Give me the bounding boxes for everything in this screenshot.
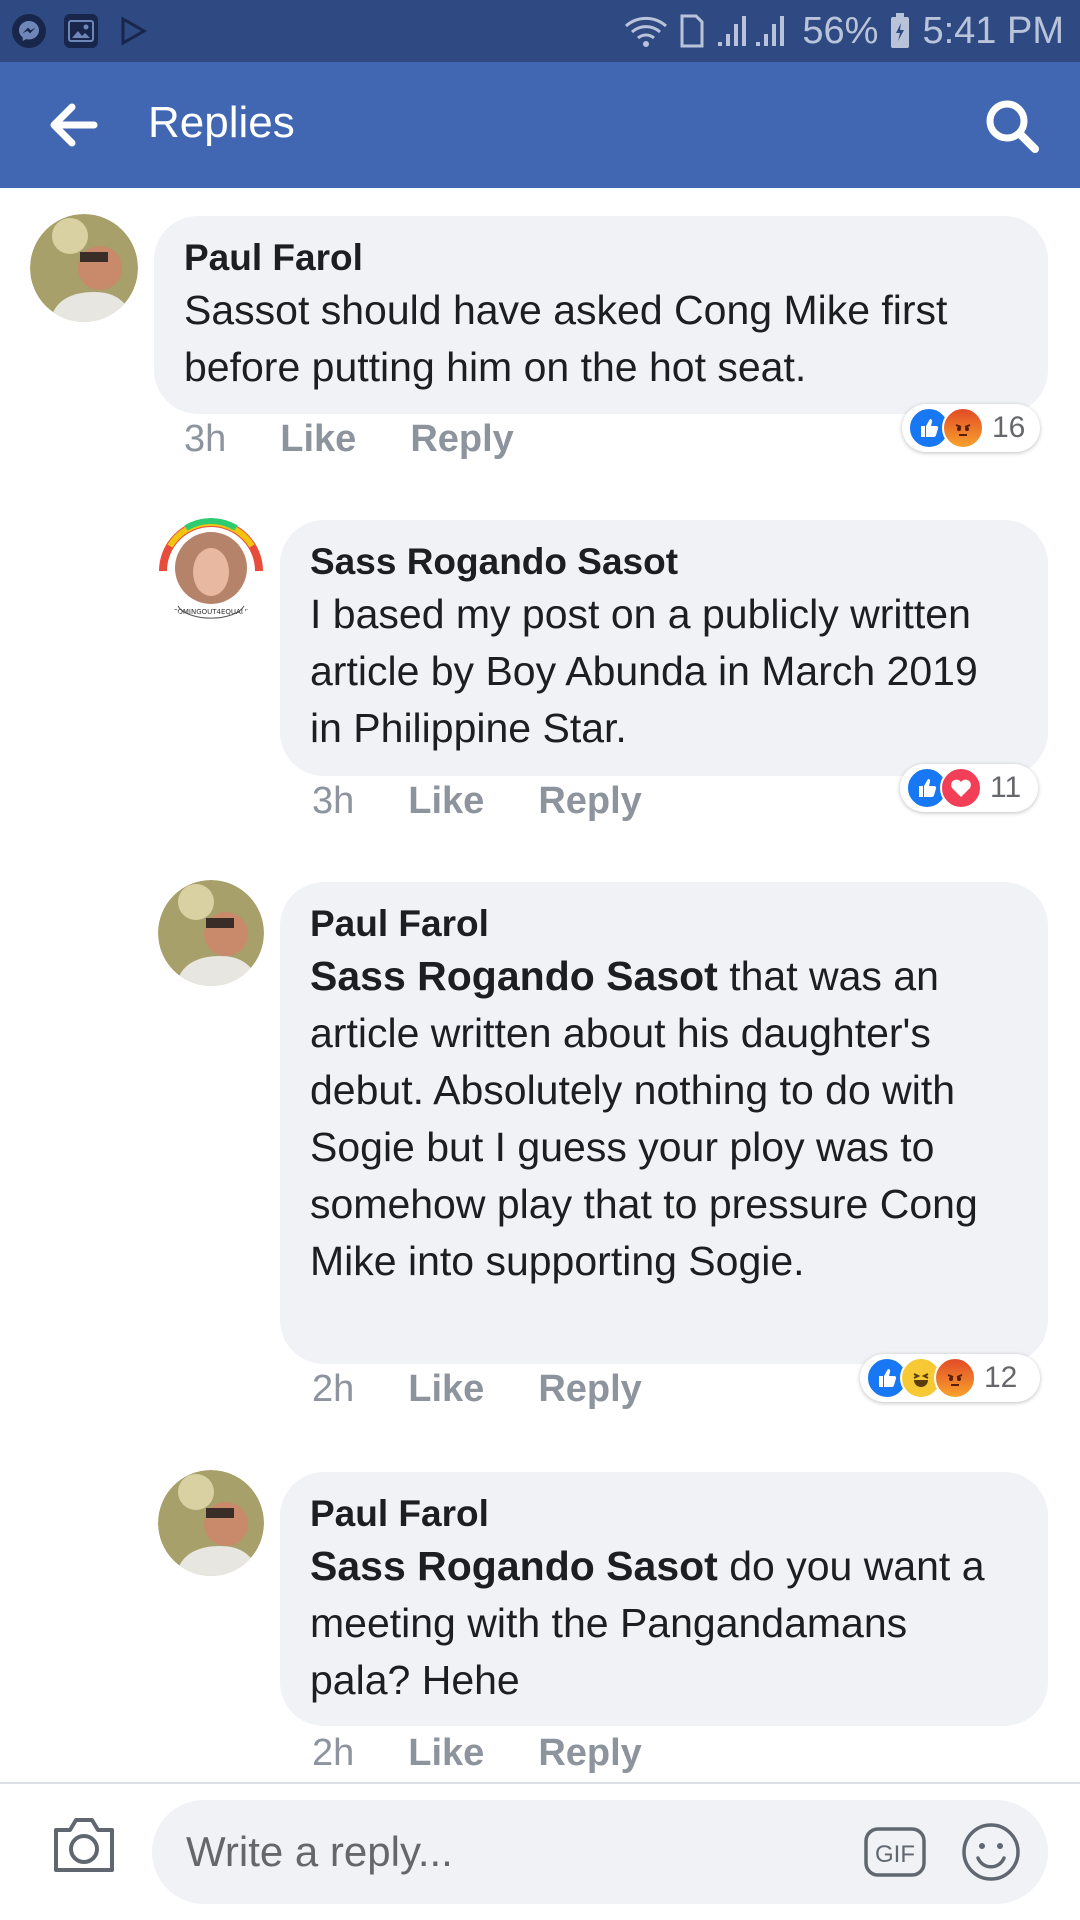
comment-body: I based my post on a publicly written ar… — [310, 591, 978, 751]
status-bar: 56% 5:41 PM — [0, 0, 1080, 62]
like-button[interactable]: Like — [408, 1368, 484, 1411]
comment-bubble[interactable]: Paul Farol Sass Rogando Sasot that was a… — [280, 882, 1048, 1364]
comment-actions: 2h Like Reply — [312, 1732, 642, 1775]
gallery-icon — [64, 14, 98, 48]
app-bar: Replies — [0, 62, 1080, 188]
messenger-icon — [12, 14, 46, 48]
comment-time: 3h — [184, 418, 227, 460]
angry-reaction-icon — [934, 1357, 976, 1399]
wifi-icon — [624, 14, 668, 48]
comment-author[interactable]: Paul Farol — [184, 234, 1018, 282]
reaction-summary[interactable]: 11 — [900, 764, 1038, 812]
reaction-count: 12 — [984, 1361, 1018, 1394]
reaction-summary[interactable]: 16 — [902, 404, 1040, 452]
like-button[interactable]: Like — [280, 418, 356, 461]
avatar[interactable]: #COMINGOUT4EQUALITY — [158, 518, 264, 624]
comment-text: Sass Rogando Sasot do you want a meeting… — [310, 1538, 1018, 1709]
comment-actions: 3h Like Reply — [184, 418, 514, 461]
comment-time: 2h — [312, 1368, 355, 1410]
clock: 5:41 PM — [922, 9, 1064, 52]
reply-button[interactable]: Reply — [410, 418, 513, 461]
reply-button[interactable]: Reply — [538, 780, 641, 823]
comment-time: 2h — [312, 1732, 355, 1774]
battery-icon — [890, 13, 910, 49]
sim-icon — [680, 14, 704, 48]
page-title: Replies — [148, 98, 295, 147]
avatar[interactable] — [30, 214, 138, 322]
reaction-count: 16 — [992, 411, 1026, 444]
comment-bubble[interactable]: Paul Farol Sass Rogando Sasot do you wan… — [280, 1472, 1048, 1726]
camera-icon[interactable] — [52, 1816, 116, 1874]
battery-percent: 56% — [802, 9, 879, 52]
reply-placeholder: Write a reply... — [186, 1828, 453, 1875]
comment-actions: 3h Like Reply — [312, 780, 642, 823]
comment-author[interactable]: Sass Rogando Sasot — [310, 538, 1018, 586]
comment-actions: 2h Like Reply — [312, 1368, 642, 1411]
avatar-ring-text: #COMINGOUT4EQUALITY — [167, 608, 256, 616]
like-button[interactable]: Like — [408, 780, 484, 823]
comment-text: Sass Rogando Sasot that was an article w… — [310, 948, 1018, 1290]
composer-divider — [0, 1782, 1080, 1784]
comment-body: that was an article written about his da… — [310, 953, 978, 1284]
reaction-summary[interactable]: 12 — [860, 1354, 1040, 1402]
comment-author[interactable]: Paul Farol — [310, 1490, 1018, 1538]
comment-bubble[interactable]: Sass Rogando Sasot I based my post on a … — [280, 520, 1048, 776]
mention-link[interactable]: Sass Rogando Sasot — [310, 953, 718, 999]
back-arrow-icon[interactable] — [48, 102, 98, 148]
mention-link[interactable]: Sass Rogando Sasot — [310, 1543, 718, 1589]
avatar[interactable] — [158, 880, 264, 986]
comment-bubble[interactable]: Paul Farol Sassot should have asked Cong… — [154, 216, 1048, 414]
play-store-icon — [116, 14, 150, 48]
comment-text: Sassot should have asked Cong Mike first… — [184, 282, 1018, 396]
gif-label: GIF — [875, 1841, 915, 1868]
like-button[interactable]: Like — [408, 1732, 484, 1775]
comment-body: Sassot should have asked Cong Mike first… — [184, 287, 948, 390]
love-reaction-icon — [940, 767, 982, 809]
avatar[interactable] — [158, 1470, 264, 1576]
reply-button[interactable]: Reply — [538, 1732, 641, 1775]
comment-text: I based my post on a publicly written ar… — [310, 586, 1018, 757]
reply-button[interactable]: Reply — [538, 1368, 641, 1411]
emoji-icon[interactable] — [960, 1821, 1022, 1883]
comment-author[interactable]: Paul Farol — [310, 900, 1018, 948]
angry-reaction-icon — [942, 407, 984, 449]
search-icon[interactable] — [984, 98, 1040, 154]
gif-icon[interactable]: GIF — [864, 1823, 926, 1881]
reaction-count: 11 — [990, 771, 1022, 804]
comment-time: 3h — [312, 780, 355, 822]
signal-icon — [716, 14, 790, 48]
